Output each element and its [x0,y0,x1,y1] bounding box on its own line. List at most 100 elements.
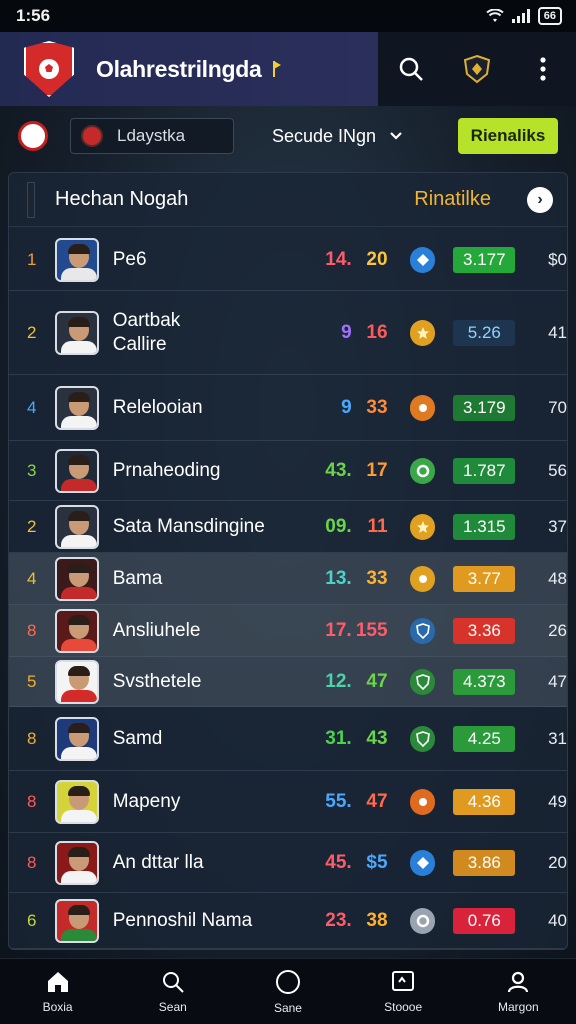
points-value: 70 [548,397,567,417]
player-row[interactable]: 2 Oartbak Callire 9 16 5.26 41 [9,291,567,375]
points-value: 31 [548,728,567,748]
stat-secondary: 38 [366,909,388,931]
player-row[interactable]: 3 Prnaheoding 43. 17 1.787 56 [9,441,567,501]
ranking-button[interactable]: Rienaliks [458,118,558,154]
player-row[interactable]: 5 Svsthetele 12. 47 4.373 47 [9,657,567,707]
player-avatar [54,840,99,885]
nav-center[interactable]: Sane [243,969,333,1015]
club-badge-icon[interactable] [18,121,48,151]
player-avatar [54,659,99,704]
chevron-right-icon[interactable]: › [527,186,553,213]
player-name: Samd [112,727,163,749]
rank-number: 4 [27,568,37,588]
nav-home-label: Boxia [42,999,73,1014]
rating-badge: 4.373 [453,668,516,695]
rating-badge: 3.179 [453,394,516,421]
points-value: $0 [548,249,567,269]
league-filter-label: Ldaystka [117,126,186,145]
nav-search[interactable]: Sean [128,970,218,1014]
player-row[interactable]: 1 Pe6 14. 20 3.177 $0 [9,229,567,291]
app-title: Olahrestrilngda [96,55,262,82]
player-name: Ansliuhele [112,619,201,641]
points-value: 41 [548,322,567,342]
nav-stats-label: Stoooe [384,999,423,1014]
player-row[interactable]: 8 Samd 31. 43 4.25 31 [9,707,567,771]
player-row[interactable]: 8 Ansliuhele 17. 155 3.36 26 [9,605,567,657]
player-row[interactable]: 8 Mapeny 55. 47 4.36 49 [9,771,567,833]
stat-primary: 17. [325,619,352,641]
rating-badge: 4.25 [453,725,516,752]
player-row[interactable]: 4 Relelooian 9 33 3.179 70 [9,375,567,441]
league-filter[interactable]: Ldaystka [70,118,234,154]
player-avatar [54,608,99,653]
pennant-icon [272,61,281,77]
player-name: Prnaheoding [112,459,221,481]
stat-primary: 9 [341,396,352,418]
stat-primary: 9 [341,321,352,343]
stat-primary: 55. [325,790,352,812]
ring-icon [409,457,436,484]
shield-icon [409,668,436,695]
wifi-icon [486,9,504,22]
stat-primary: 14. [325,248,352,270]
points-value: 47 [548,671,567,691]
rating-badge: 5.26 [453,319,516,346]
more-menu-button[interactable] [523,49,563,89]
rank-number: 2 [27,516,37,536]
nav-stats[interactable]: Stoooe [358,970,448,1014]
stat-secondary: 11 [367,515,388,537]
panel-header: Hechan Nogah Rinatilke › [9,173,567,227]
shield-icon [409,617,436,644]
player-row[interactable]: 8 An dttar lla 45. $5 3.86 20 [9,833,567,893]
stat-secondary: 33 [366,567,388,589]
search-icon [162,971,184,993]
points-value: 48 [548,568,567,588]
stat-primary: 31. [325,727,352,749]
points-value: 37 [548,516,567,536]
stat-secondary: $5 [366,851,388,873]
club-crest-button[interactable] [457,49,497,89]
player-row[interactable]: 2 Sata Mansdingine 09. 11 1.315 37 [9,501,567,553]
stat-secondary: 43 [366,727,388,749]
rank-number: 5 [27,671,37,691]
status-bar: 1:56 66 [0,0,576,32]
rank-number: 3 [27,460,37,480]
search-icon [399,57,423,81]
stat-primary: 45. [325,851,352,873]
rank-number: 2 [27,322,37,342]
player-row[interactable]: 6 Pennoshil Nama 23. 38 0.76 40 [9,893,567,949]
circle-icon [409,788,436,815]
ring-icon [409,907,436,934]
points-value: 40 [548,910,567,930]
season-dropdown[interactable]: Secude INgn [272,126,402,147]
points-value: 20 [548,852,567,872]
stat-primary: 09. [325,515,352,537]
player-name: Pe6 [112,248,147,270]
rating-badge: 4.36 [453,788,516,815]
rank-number: 8 [27,852,37,872]
player-name: An dttar lla [112,851,204,873]
sort-label[interactable]: Rinatilke [414,188,491,211]
player-row[interactable]: 4 Bama 13. 33 3.77 48 [9,553,567,605]
search-button[interactable] [391,49,431,89]
battery-icon: 66 [537,7,562,25]
panel-title: Hechan Nogah [55,188,189,210]
rating-badge: 3.77 [453,565,516,592]
stat-primary: 13. [325,567,352,589]
player-name: Oartbak Callire [112,309,181,355]
player-name: Bama [112,567,163,589]
stat-secondary: 20 [366,248,388,270]
stat-primary: 12. [325,670,352,692]
bottom-nav: Boxia Sean Sane Stoooe Margon [0,958,576,1024]
status-indicators: 66 [486,7,562,25]
profile-icon [508,971,529,992]
stat-primary: 23. [325,909,352,931]
nav-home[interactable]: Boxia [13,970,103,1014]
player-avatar [54,716,99,761]
nav-profile[interactable]: Margon [473,970,563,1014]
nav-center-label: Sane [273,1000,302,1015]
stat-secondary: 33 [366,396,388,418]
status-time: 1:56 [16,6,51,25]
star-icon [409,319,436,346]
rank-number: 8 [27,791,37,811]
